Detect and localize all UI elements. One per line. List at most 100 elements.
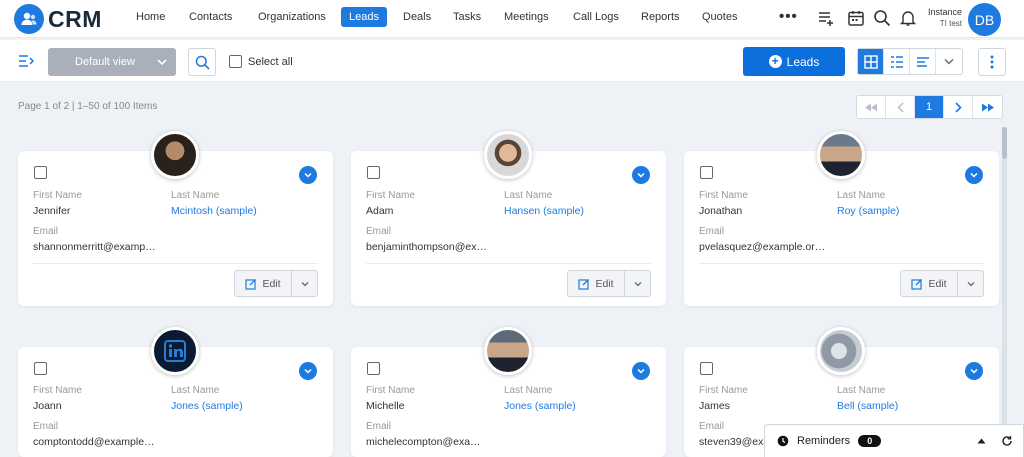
edit-button[interactable]: Edit [235,271,292,296]
grid-view-button[interactable] [858,49,884,74]
refresh-icon[interactable] [1001,435,1013,447]
grid-icon [863,54,878,69]
edit-icon [245,278,257,290]
edit-button-group: Edit [234,270,318,297]
first-page-button[interactable] [857,96,886,118]
chevron-down-icon [970,368,978,374]
first-name-label: First Name [33,385,82,396]
collapse-sidebar-icon[interactable] [18,53,36,69]
chevron-down-icon [967,281,974,286]
nav-more-button[interactable]: ••• [779,8,798,25]
nav-deals[interactable]: Deals [403,11,431,23]
sort-dropdown-button[interactable] [936,49,962,74]
edit-button[interactable]: Edit [568,271,625,296]
last-name-link[interactable]: Hansen (sample) [504,205,584,217]
lead-card[interactable]: First Name Michelle Last Name Jones (sam… [351,327,666,457]
add-list-icon[interactable] [817,9,835,27]
more-options-button[interactable] [978,48,1006,76]
lead-card[interactable]: First Name Adam Last Name Hansen (sample… [351,131,666,306]
card-expand-button[interactable] [965,166,983,184]
card-divider [699,263,984,264]
lead-checkbox[interactable] [700,362,713,375]
reminders-label: Reminders [797,435,851,447]
prev-page-button[interactable] [886,96,915,118]
reminders-panel[interactable]: Reminders 0 [764,424,1024,457]
last-name-link[interactable]: Bell (sample) [837,400,898,412]
chevron-down-icon [944,59,954,65]
app-logo[interactable]: CRM [14,4,102,34]
select-all-checkbox[interactable] [229,55,242,68]
lead-checkbox[interactable] [700,166,713,179]
edit-button[interactable]: Edit [901,271,958,296]
search-icon [195,55,210,70]
email-label: Email [33,421,59,432]
edit-dropdown-button[interactable] [625,271,650,296]
card-expand-button[interactable] [299,166,317,184]
nav-call-logs[interactable]: Call Logs [573,11,619,23]
lead-card[interactable]: First Name Jonathan Last Name Roy (sampl… [684,131,999,306]
caret-up-icon[interactable] [977,438,986,444]
chevron-down-icon [304,172,312,178]
calendar-icon[interactable] [847,9,865,27]
sort-button[interactable] [910,49,936,74]
card-expand-button[interactable] [299,362,317,380]
last-name-link[interactable]: Jones (sample) [504,400,576,412]
scrollbar-track[interactable] [1002,127,1007,457]
first-name-label: First Name [366,190,415,201]
last-page-button[interactable] [973,96,1002,118]
card-expand-button[interactable] [632,166,650,184]
linkedin-logo-icon [151,327,199,375]
edit-dropdown-button[interactable] [292,271,317,296]
last-name-link[interactable]: Mcintosh (sample) [171,205,257,217]
page-1-button[interactable]: 1 [915,96,944,118]
nav-contacts[interactable]: Contacts [189,11,232,23]
edit-icon [578,278,590,290]
double-chevron-left-icon [865,103,877,111]
instance-name: TI test [939,19,962,28]
add-lead-label: Leads [786,54,820,69]
user-avatar[interactable]: DB [968,3,1001,36]
lead-checkbox[interactable] [34,166,47,179]
last-name-label: Last Name [171,190,220,201]
pagination: 1 [856,95,1003,119]
first-name-value: Michelle [366,400,405,412]
add-lead-button[interactable]: + Leads [743,47,845,76]
nav-meetings[interactable]: Meetings [504,11,549,23]
nav-tasks[interactable]: Tasks [453,11,481,23]
last-name-label: Last Name [171,385,220,396]
nav-quotes[interactable]: Quotes [702,11,737,23]
chevron-down-icon [301,281,308,286]
last-name-link[interactable]: Jones (sample) [171,400,243,412]
lead-card[interactable]: First Name Joann Last Name Jones (sample… [18,327,333,457]
next-page-button[interactable] [944,96,973,118]
nav-home[interactable]: Home [136,11,165,23]
email-label: Email [699,421,725,432]
first-name-label: First Name [33,190,82,201]
lead-checkbox[interactable] [367,166,380,179]
view-select[interactable]: Default view [48,48,176,76]
lead-card[interactable]: First Name Jennifer Last Name Mcintosh (… [18,131,333,306]
card-divider [33,263,318,264]
email-label: Email [699,226,725,237]
edit-icon [911,278,923,290]
last-name-link[interactable]: Roy (sample) [837,205,899,217]
edit-dropdown-button[interactable] [958,271,983,296]
card-divider [366,263,651,264]
edit-button-group: Edit [567,270,651,297]
card-expand-button[interactable] [632,362,650,380]
search-icon[interactable] [873,9,891,27]
lead-checkbox[interactable] [34,362,47,375]
card-expand-button[interactable] [965,362,983,380]
scrollbar-thumb[interactable] [1002,127,1007,159]
bell-icon[interactable] [899,9,917,27]
nav-leads[interactable]: Leads [341,7,387,27]
lead-checkbox[interactable] [367,362,380,375]
first-name-label: First Name [699,385,748,396]
select-all[interactable]: Select all [229,55,293,68]
nav-organizations[interactable]: Organizations [258,11,326,23]
last-name-label: Last Name [837,190,886,201]
search-button[interactable] [188,48,216,76]
list-view-button[interactable] [884,49,910,74]
first-name-value: Jennifer [33,205,71,217]
nav-reports[interactable]: Reports [641,11,680,23]
